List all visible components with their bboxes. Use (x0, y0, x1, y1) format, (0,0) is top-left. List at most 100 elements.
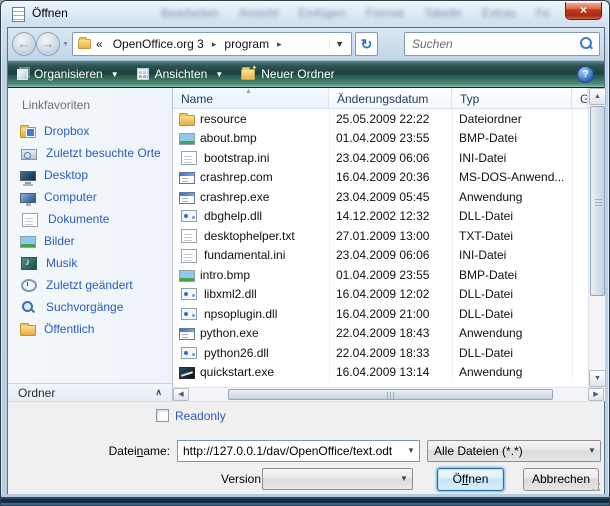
file-date: 01.04.2009 23:55 (329, 268, 452, 282)
scroll-down-button[interactable]: ▼ (589, 370, 606, 387)
vertical-scroll-thumb[interactable] (590, 106, 605, 296)
sidebar-item-label: Bilder (44, 234, 75, 248)
horizontal-scrollbar[interactable]: ◀ ▶ (173, 387, 605, 401)
open-button[interactable]: Öffnen (437, 468, 504, 491)
search-input[interactable] (405, 37, 577, 51)
new-folder-button[interactable]: Neuer Ordner (232, 63, 343, 86)
close-button[interactable]: × (565, 2, 602, 20)
vertical-scrollbar[interactable]: ▲ ▼ (588, 88, 605, 387)
folder-icon (78, 39, 91, 49)
file-date: 16.04.2009 21:00 (329, 307, 452, 321)
table-row[interactable]: resource25.05.2009 22:22Dateiordner (173, 109, 588, 129)
sidebar-item-dokumente[interactable]: Dokumente (8, 208, 172, 230)
breadcrumb-separator-icon[interactable]: ▸ (208, 39, 221, 50)
desktop-icon (20, 171, 36, 181)
filename-input[interactable] (178, 444, 403, 458)
breadcrumb-collapse[interactable]: « (96, 37, 103, 51)
organize-button[interactable]: Organisieren ▼ (8, 63, 128, 86)
horizontal-scroll-thumb[interactable] (228, 389, 553, 400)
history-dropdown-icon[interactable]: ▼ (62, 41, 69, 48)
dll-icon (181, 347, 197, 359)
filetype-select[interactable]: Alle Dateien (*.*) ▼ (427, 440, 601, 462)
filename-dropdown-icon[interactable]: ▼ (403, 441, 419, 461)
sidebar-item-desktop[interactable]: Desktop (8, 164, 172, 186)
public-folder-icon (20, 325, 36, 336)
table-row[interactable]: intro.bmp01.04.2009 23:55BMP-Datei (173, 265, 588, 285)
file-type: BMP-Datei (452, 131, 572, 145)
scroll-left-button[interactable]: ◀ (173, 388, 189, 401)
readonly-checkbox[interactable] (156, 409, 169, 422)
image-icon (179, 133, 195, 145)
forward-button[interactable]: → (36, 32, 60, 56)
file-name: resource (200, 112, 247, 126)
table-row[interactable]: desktophelper.txt27.01.2009 13:00TXT-Dat… (173, 226, 588, 246)
column-header-type[interactable]: Typ (452, 88, 572, 108)
sidebar-item--ffentlich[interactable]: Öffentlich (8, 318, 172, 340)
column-header-size[interactable]: G (572, 88, 588, 108)
title-bar[interactable]: Öffnen BearbeitenAnsichtEinfügenFormatTa… (1, 1, 609, 27)
table-row[interactable]: fundamental.ini23.04.2009 06:06INI-Datei (173, 246, 588, 266)
file-name-cell: crashrep.exe (173, 190, 329, 204)
table-row[interactable]: dbghelp.dll14.12.2002 12:32DLL-Datei (173, 207, 588, 227)
table-row[interactable]: python26.dll22.04.2009 18:33DLL-Datei (173, 343, 588, 363)
sidebar-item-suchvorg-nge[interactable]: Suchvorgänge (8, 296, 172, 318)
scroll-up-button[interactable]: ▲ (589, 88, 606, 105)
table-row[interactable]: about.bmp01.04.2009 23:55BMP-Datei (173, 129, 588, 149)
breadcrumb[interactable]: « OpenOffice.org 3▸program▸ ▼ (72, 32, 352, 56)
file-name: bootstrap.ini (204, 151, 269, 165)
column-header-date[interactable]: Änderungsdatum (329, 88, 452, 108)
app-icon (179, 172, 195, 184)
table-row[interactable]: libxml2.dll16.04.2009 12:02DLL-Datei (173, 285, 588, 305)
file-name-cell: quickstart.exe (173, 365, 329, 379)
content-area: Linkfavoriten DropboxZuletzt besuchte Or… (8, 88, 604, 401)
readonly-label: Readonly (175, 409, 226, 423)
table-row[interactable]: quickstart.exe16.04.2009 13:14Anwendung (173, 363, 588, 383)
resize-grip-icon[interactable] (591, 482, 601, 492)
file-date: 22.04.2009 18:43 (329, 326, 452, 340)
column-header-name[interactable]: ▲ Name (173, 88, 329, 108)
table-row[interactable]: crashrep.exe23.04.2009 05:45Anwendung (173, 187, 588, 207)
help-button[interactable]: ? (577, 66, 594, 83)
search-icon[interactable] (577, 35, 595, 53)
version-select[interactable]: ▼ (262, 468, 413, 490)
breadcrumb-item[interactable]: program (220, 35, 273, 53)
sidebar-item-musik[interactable]: Musik (8, 252, 172, 274)
folders-expander[interactable]: Ordner ∧ (8, 383, 172, 401)
sidebar-item-zuletzt-besuchte-orte[interactable]: Zuletzt besuchte Orte (8, 142, 172, 164)
background-menu-item: Fenster (536, 6, 549, 20)
new-folder-icon (241, 69, 255, 80)
scroll-right-button[interactable]: ▶ (588, 388, 604, 401)
dll-icon (181, 210, 197, 222)
breadcrumb-item[interactable]: OpenOffice.org 3 (109, 35, 208, 53)
file-type: Dateiordner (452, 112, 572, 126)
file-name-cell: desktophelper.txt (173, 228, 329, 243)
views-icon (137, 68, 149, 80)
file-name: quickstart.exe (200, 365, 274, 379)
sidebar-item-label: Computer (44, 190, 97, 204)
sidebar-item-dropbox[interactable]: Dropbox (8, 120, 172, 142)
version-dropdown-icon: ▼ (396, 469, 412, 489)
cancel-button[interactable]: Abbrechen (523, 468, 599, 491)
sidebar-item-zuletzt-ge-ndert[interactable]: Zuletzt geändert (8, 274, 172, 296)
views-button[interactable]: Ansichten ▼ (128, 63, 233, 86)
address-dropdown-icon[interactable]: ▼ (329, 39, 349, 49)
sidebar-item-bilder[interactable]: Bilder (8, 230, 172, 252)
sidebar-item-computer[interactable]: Computer (8, 186, 172, 208)
file-name: crashrep.exe (200, 190, 269, 204)
sidebar-item-label: Dokumente (48, 212, 109, 226)
file-name: dbghelp.dll (204, 209, 262, 223)
breadcrumb-separator-icon[interactable]: ▸ (273, 39, 286, 50)
table-row[interactable]: python.exe22.04.2009 18:43Anwendung (173, 324, 588, 344)
dialog-footer: Readonly Dateiname: ▼ Alle Dateien (*.*)… (8, 401, 604, 495)
refresh-button[interactable]: ↻ (355, 32, 378, 56)
file-name-cell: crashrep.com (173, 170, 329, 184)
dll-icon (181, 308, 197, 320)
sidebar-item-label: Zuletzt geändert (46, 278, 133, 292)
table-row[interactable]: crashrep.com16.04.2009 20:36MS-DOS-Anwen… (173, 168, 588, 188)
back-button[interactable]: ← (12, 32, 36, 56)
dll-icon (181, 288, 197, 300)
table-row[interactable]: npsoplugin.dll16.04.2009 21:00DLL-Datei (173, 304, 588, 324)
dialog-icon (12, 7, 25, 22)
table-row[interactable]: bootstrap.ini23.04.2009 06:06INI-Datei (173, 148, 588, 168)
sidebar-item-label: Zuletzt besuchte Orte (46, 146, 161, 160)
